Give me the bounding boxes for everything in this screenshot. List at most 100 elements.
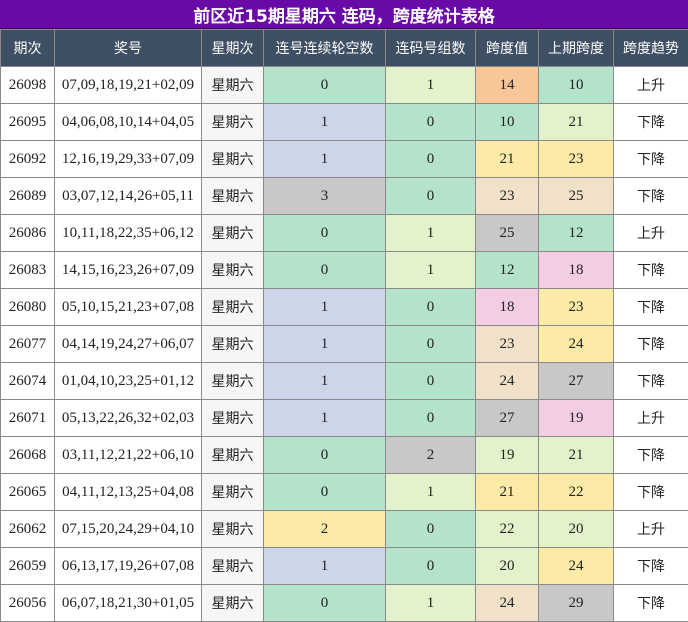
header-day: 星期次 — [202, 30, 264, 67]
prev-span-cell: 29 — [539, 585, 614, 622]
empty-count-cell: 0 — [264, 474, 386, 511]
numbers-cell: 10,11,18,22,35+06,12 — [55, 215, 202, 252]
prev-span-cell: 23 — [539, 289, 614, 326]
trend-cell: 下降 — [614, 141, 688, 178]
prev-span-cell: 20 — [539, 511, 614, 548]
day-cell: 星期六 — [202, 548, 264, 585]
span-cell: 23 — [476, 178, 539, 215]
period-cell: 26095 — [1, 104, 55, 141]
span-cell: 19 — [476, 437, 539, 474]
period-cell: 26062 — [1, 511, 55, 548]
span-cell: 27 — [476, 400, 539, 437]
table-row: 2607401,04,10,23,25+01,12星期六102427下降 — [1, 363, 688, 400]
span-cell: 18 — [476, 289, 539, 326]
numbers-cell: 07,09,18,19,21+02,09 — [55, 67, 202, 104]
prev-span-cell: 25 — [539, 178, 614, 215]
prev-span-cell: 22 — [539, 474, 614, 511]
numbers-cell: 01,04,10,23,25+01,12 — [55, 363, 202, 400]
period-cell: 26074 — [1, 363, 55, 400]
group-count-cell: 0 — [386, 289, 476, 326]
empty-count-cell: 1 — [264, 141, 386, 178]
empty-count-cell: 3 — [264, 178, 386, 215]
period-cell: 26065 — [1, 474, 55, 511]
period-cell: 26068 — [1, 437, 55, 474]
prev-span-cell: 21 — [539, 104, 614, 141]
period-cell: 26080 — [1, 289, 55, 326]
trend-cell: 下降 — [614, 585, 688, 622]
day-cell: 星期六 — [202, 474, 264, 511]
period-cell: 26059 — [1, 548, 55, 585]
table-row: 2609212,16,19,29,33+07,09星期六102123下降 — [1, 141, 688, 178]
prev-span-cell: 19 — [539, 400, 614, 437]
day-cell: 星期六 — [202, 67, 264, 104]
day-cell: 星期六 — [202, 400, 264, 437]
header-numbers: 奖号 — [55, 30, 202, 67]
trend-cell: 上升 — [614, 67, 688, 104]
prev-span-cell: 12 — [539, 215, 614, 252]
span-cell: 22 — [476, 511, 539, 548]
trend-cell: 下降 — [614, 289, 688, 326]
table-row: 2605906,13,17,19,26+07,08星期六102024下降 — [1, 548, 688, 585]
table-row: 2608005,10,15,21,23+07,08星期六101823下降 — [1, 289, 688, 326]
group-count-cell: 0 — [386, 178, 476, 215]
period-cell: 26086 — [1, 215, 55, 252]
group-count-cell: 0 — [386, 141, 476, 178]
trend-cell: 下降 — [614, 178, 688, 215]
trend-cell: 上升 — [614, 215, 688, 252]
empty-count-cell: 0 — [264, 252, 386, 289]
prev-span-cell: 21 — [539, 437, 614, 474]
header-span: 跨度值 — [476, 30, 539, 67]
header-span-trend: 跨度趋势 — [614, 30, 688, 67]
span-cell: 23 — [476, 326, 539, 363]
period-cell: 26083 — [1, 252, 55, 289]
span-cell: 25 — [476, 215, 539, 252]
period-cell: 26077 — [1, 326, 55, 363]
numbers-cell: 04,14,19,24,27+06,07 — [55, 326, 202, 363]
day-cell: 星期六 — [202, 178, 264, 215]
day-cell: 星期六 — [202, 104, 264, 141]
prev-span-cell: 23 — [539, 141, 614, 178]
day-cell: 星期六 — [202, 511, 264, 548]
day-cell: 星期六 — [202, 437, 264, 474]
span-cell: 20 — [476, 548, 539, 585]
empty-count-cell: 1 — [264, 400, 386, 437]
day-cell: 星期六 — [202, 215, 264, 252]
group-count-cell: 0 — [386, 363, 476, 400]
group-count-cell: 2 — [386, 437, 476, 474]
numbers-cell: 06,13,17,19,26+07,08 — [55, 548, 202, 585]
stats-sheet: 前区近15期星期六 连码，跨度统计表格 期次 奖号 星期次 连号连续轮空数 连码… — [0, 0, 688, 621]
period-cell: 26098 — [1, 67, 55, 104]
numbers-cell: 03,11,12,21,22+06,10 — [55, 437, 202, 474]
group-count-cell: 1 — [386, 67, 476, 104]
prev-span-cell: 27 — [539, 363, 614, 400]
numbers-cell: 05,13,22,26,32+02,03 — [55, 400, 202, 437]
group-count-cell: 1 — [386, 215, 476, 252]
table-row: 2606504,11,12,13,25+04,08星期六012122下降 — [1, 474, 688, 511]
empty-count-cell: 0 — [264, 215, 386, 252]
table-row: 2608903,07,12,14,26+05,11星期六302325下降 — [1, 178, 688, 215]
header-prev-span: 上期跨度 — [539, 30, 614, 67]
numbers-cell: 05,10,15,21,23+07,08 — [55, 289, 202, 326]
empty-count-cell: 1 — [264, 289, 386, 326]
group-count-cell: 0 — [386, 326, 476, 363]
header-period: 期次 — [1, 30, 55, 67]
day-cell: 星期六 — [202, 326, 264, 363]
empty-count-cell: 1 — [264, 548, 386, 585]
day-cell: 星期六 — [202, 141, 264, 178]
group-count-cell: 0 — [386, 400, 476, 437]
empty-count-cell: 2 — [264, 511, 386, 548]
span-cell: 10 — [476, 104, 539, 141]
header-row: 期次 奖号 星期次 连号连续轮空数 连码号组数 跨度值 上期跨度 跨度趋势 — [1, 30, 688, 67]
group-count-cell: 1 — [386, 474, 476, 511]
prev-span-cell: 10 — [539, 67, 614, 104]
empty-count-cell: 0 — [264, 67, 386, 104]
numbers-cell: 12,16,19,29,33+07,09 — [55, 141, 202, 178]
table-body: 2609807,09,18,19,21+02,09星期六011410上升2609… — [1, 67, 688, 622]
trend-cell: 下降 — [614, 252, 688, 289]
group-count-cell: 1 — [386, 585, 476, 622]
group-count-cell: 1 — [386, 252, 476, 289]
table-row: 2608610,11,18,22,35+06,12星期六012512上升 — [1, 215, 688, 252]
table-title: 前区近15期星期六 连码，跨度统计表格 — [0, 0, 688, 29]
numbers-cell: 04,11,12,13,25+04,08 — [55, 474, 202, 511]
numbers-cell: 03,07,12,14,26+05,11 — [55, 178, 202, 215]
